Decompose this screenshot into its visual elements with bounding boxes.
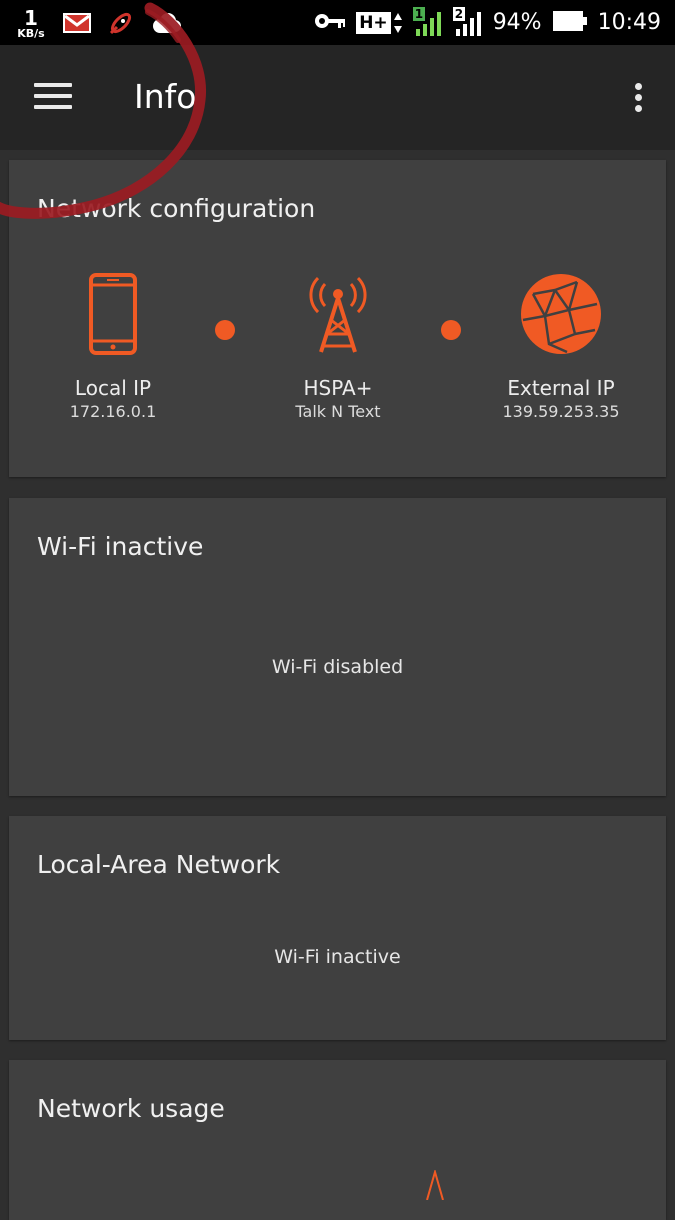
lan-status-message: Wi-Fi inactive: [274, 946, 401, 968]
mobile-network-label: HSPA+: [303, 376, 373, 400]
wifi-status-message: Wi-Fi disabled: [271, 656, 404, 678]
phone-icon: [89, 273, 137, 355]
local-ip-value: 172.16.0.1: [69, 402, 157, 421]
external-ip-value: 139.59.253.35: [502, 402, 620, 421]
sim2-signal-icon: 2: [452, 6, 483, 37]
network-usage-title: Network usage: [37, 1094, 225, 1123]
external-ip-label: External IP: [507, 376, 615, 400]
sim1-signal-icon: 1: [412, 6, 443, 37]
status-right: H+ 1 2 94% 10:49: [314, 0, 661, 45]
status-bar: 1 KB/s H+ 1 2 94% 10:49: [0, 0, 675, 45]
network-type-label: H+: [356, 11, 391, 34]
lan-card: Local-Area Network Wi-Fi inactive: [9, 816, 666, 1040]
sim1-number: 1: [412, 6, 426, 21]
app-bar: Info: [0, 45, 675, 150]
hamburger-menu-icon[interactable]: [34, 83, 72, 113]
battery-percent: 94%: [492, 10, 542, 35]
battery-icon: [552, 10, 588, 36]
rocket-icon: [106, 8, 136, 38]
network-usage-card: Network usage: [9, 1060, 666, 1220]
wifi-card: Wi-Fi inactive Wi-Fi disabled: [9, 498, 666, 796]
internet-globe-icon: [521, 274, 601, 354]
gmail-icon: [62, 11, 92, 35]
vpn-key-icon: [314, 11, 346, 35]
wifi-card-title: Wi-Fi inactive: [37, 532, 204, 561]
page-title: Info: [134, 77, 197, 116]
network-speed-value: 1: [24, 5, 38, 30]
network-type-badge: H+: [356, 11, 402, 35]
connector-dot-1: [215, 320, 235, 340]
lan-card-title: Local-Area Network: [37, 850, 281, 879]
network-speed-unit: KB/s: [17, 26, 45, 40]
external-ip-node: External IP 139.59.253.35: [461, 376, 661, 421]
network-configuration-title: Network configuration: [37, 194, 316, 223]
carrier-name: Talk N Text: [295, 402, 381, 421]
clock: 10:49: [597, 10, 661, 35]
cell-tower-icon: [309, 276, 367, 353]
status-left: 1 KB/s: [14, 4, 182, 42]
local-ip-label: Local IP: [74, 376, 152, 400]
cloud-icon: [150, 12, 182, 34]
sim2-number: 2: [452, 6, 466, 21]
usage-graph-spike: [426, 1170, 444, 1200]
network-speed: 1 KB/s: [14, 8, 48, 39]
network-configuration-card: Network configuration Local IP 172.16.0.…: [9, 160, 666, 477]
mobile-network-node: HSPA+ Talk N Text: [238, 376, 438, 421]
connector-dot-2: [441, 320, 461, 340]
overflow-menu-icon[interactable]: [633, 83, 643, 117]
local-ip-node: Local IP 172.16.0.1: [13, 376, 213, 421]
